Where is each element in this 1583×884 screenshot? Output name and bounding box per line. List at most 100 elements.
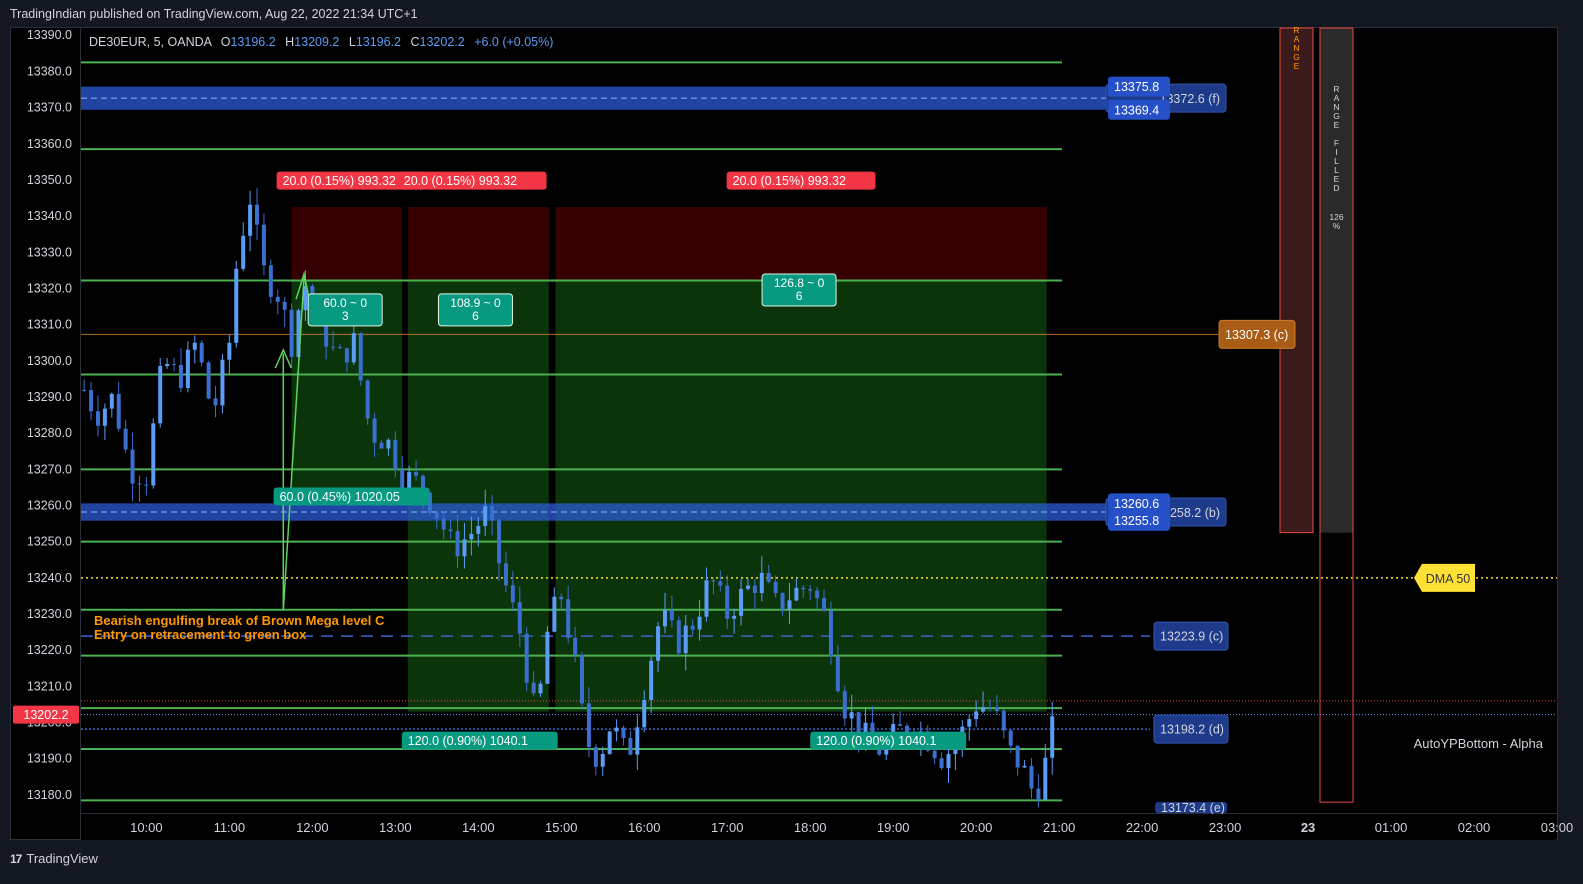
candle-body [414,472,419,476]
candle-body [642,700,647,728]
candle-body [1001,710,1006,731]
x-tick-label: 02:00 [1458,820,1491,835]
candle-body [137,483,142,485]
candle-body [89,390,94,412]
candle-body [372,418,377,443]
candle-body [732,615,737,619]
x-tick-label: 03:00 [1541,820,1574,835]
target-label-0: 60.0 (0.45%) 1020.05 [280,490,400,504]
candle-body [185,349,190,389]
zone-bottom-label-0: 13369.4 [1114,103,1159,117]
y-tick-label: 13290.0 [27,390,72,404]
current-price-tag: 13202.2 [23,708,68,722]
candle-body [974,711,979,720]
candle-body [227,342,232,360]
candle-body [455,531,460,557]
stats-line2-0: 3 [342,309,349,323]
candle-body [635,727,640,755]
dma-label: DMA 50 [1426,572,1471,586]
candle-body [759,572,764,594]
candle-body [656,626,661,661]
y-tick-label: 13210.0 [27,679,72,693]
stats-line1-2: 126.8 ~ 0 [774,276,825,290]
legend-high-value: 13209.2 [294,35,340,49]
candle-body [241,235,246,269]
candle-body [344,348,349,363]
y-tick-label: 13330.0 [27,245,72,259]
candle-body [822,598,827,611]
candle-body [379,442,384,449]
stop-zone-2 [555,207,1047,281]
candle-body [1022,765,1027,768]
candle-body [255,204,260,225]
y-axis[interactable]: 13180.013190.013200.013210.013220.013230… [13,28,79,802]
candle-body [261,224,266,266]
candle-body [144,484,149,486]
candle-body [752,585,757,594]
candle-body [531,682,536,694]
candle-body [462,539,467,557]
x-tick-label: 23 [1301,820,1315,835]
candle-body [351,333,356,363]
x-tick-label: 15:00 [545,820,578,835]
stop-label-0: 20.0 (0.15%) 993.32 [283,174,396,188]
candle-body [905,725,910,733]
candle-body [580,654,585,704]
x-tick-label: 22:00 [1126,820,1159,835]
candle-body [1036,788,1041,800]
candle-body [289,309,294,357]
candle-body [178,364,183,389]
indicator-name: AutoYPBottom - Alpha [1414,736,1544,751]
candle-body [130,449,135,484]
x-tick-label: 23:00 [1209,820,1242,835]
candle-body [1015,745,1020,768]
x-tick-label: 16:00 [628,820,661,835]
footer[interactable]: 17 TradingView [10,851,98,866]
annotation-line-1: Entry on retracement to green box [94,627,307,642]
candle-body [1029,765,1034,789]
candle-body [662,610,667,627]
target-zone-2 [555,280,1047,712]
annotation-line-0: Bearish engulfing break of Brown Mega le… [94,613,385,628]
y-tick-label: 13220.0 [27,643,72,657]
candle-body [248,204,253,236]
candle-body [898,724,903,726]
candle-body [739,588,744,616]
candle-body [476,526,481,534]
candle-body [690,625,695,630]
candle-body [1043,757,1048,800]
legend-high-label: H [285,35,295,49]
candle-body [213,398,218,406]
candle-body [434,512,439,519]
legend-low-value: 13196.2 [355,35,401,49]
candle-body [683,625,688,654]
candle-body [559,596,564,600]
candle-body [967,719,972,727]
candle-body [503,563,508,586]
candle-body [704,580,709,617]
price-chart[interactable]: RANGERANGE FILLED126% 20.0 (0.15%) 993.3… [0,0,1583,884]
candle-body [1050,716,1055,758]
candle-body [448,529,453,532]
legend-close-value: 13202.2 [419,35,465,49]
candle-body [538,683,543,694]
y-tick-label: 13300.0 [27,354,72,368]
y-tick-label: 13180.0 [27,788,72,802]
candle-body [158,366,163,424]
candle-body [393,439,398,470]
candle-body [275,296,280,302]
candle-body [773,581,778,594]
candle-body [282,301,287,310]
candle-body [82,389,87,391]
y-tick-label: 13260.0 [27,499,72,513]
legend-change: +6.0 (+0.05%) [474,35,554,49]
candle-body [628,738,633,755]
tradingview-logo-icon: 17 [10,851,22,866]
candle-body [766,572,771,582]
candle-body [165,363,170,367]
candle-body [337,347,342,349]
candle-body [711,580,716,582]
candle-body [932,750,937,759]
candle-body [808,589,813,591]
candle-body [206,362,211,399]
